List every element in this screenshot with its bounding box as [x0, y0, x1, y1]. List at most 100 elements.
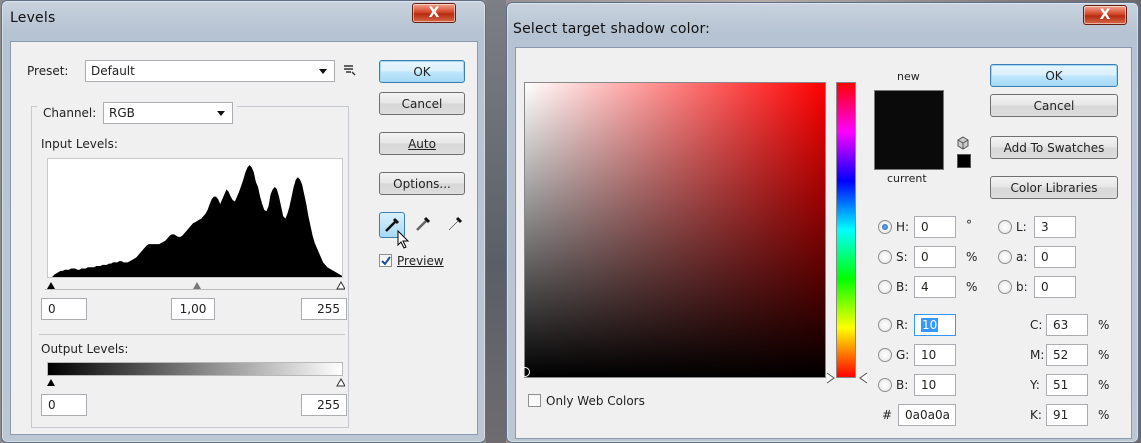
field-k[interactable]: 91: [1046, 404, 1088, 426]
color-field[interactable]: [520, 82, 826, 378]
add-to-swatches-button[interactable]: Add To Swatches: [990, 136, 1118, 159]
input-black-field[interactable]: 0: [41, 298, 87, 320]
field-lab-b[interactable]: 0: [1034, 276, 1076, 298]
input-slider[interactable]: [45, 280, 345, 290]
radio-s[interactable]: [878, 250, 892, 264]
unit-h: °: [966, 218, 972, 232]
unit-k: %: [1098, 408, 1110, 422]
eyedropper-gray-icon: [416, 216, 431, 231]
hue-marker-left[interactable]: [826, 372, 836, 387]
label-g: G:: [896, 348, 910, 362]
color-libraries-button[interactable]: Color Libraries: [990, 176, 1118, 199]
radio-r[interactable]: [878, 318, 892, 332]
output-black-field[interactable]: 0: [41, 394, 87, 416]
preset-options-icon[interactable]: [343, 64, 357, 76]
field-a[interactable]: 0: [1034, 246, 1076, 268]
radio-g[interactable]: [878, 348, 892, 362]
output-gradient: [47, 362, 343, 376]
picker-cancel-button[interactable]: Cancel: [990, 94, 1118, 117]
input-white-field[interactable]: 255: [301, 298, 347, 320]
output-black-handle[interactable]: [47, 379, 55, 386]
color-field-cursor[interactable]: [520, 367, 530, 377]
label-a: a:: [1016, 250, 1028, 264]
field-y[interactable]: 51: [1046, 374, 1088, 396]
black-point-handle[interactable]: [47, 282, 55, 289]
input-gamma-field[interactable]: 1,00: [171, 298, 215, 320]
label-l: L:: [1016, 220, 1027, 234]
histogram-shape: [48, 165, 342, 277]
group-divider: [39, 334, 345, 335]
field-r[interactable]: 10: [914, 314, 956, 336]
levels-title: Levels: [10, 10, 56, 26]
mouse-cursor-icon: [397, 229, 411, 253]
preset-value: Default: [91, 64, 135, 78]
chevron-down-icon: [319, 69, 327, 74]
radio-h[interactable]: [878, 220, 892, 234]
hue-slider[interactable]: [836, 82, 856, 378]
chevron-down-icon: [217, 111, 225, 116]
web-safe-swatch[interactable]: [957, 154, 971, 168]
current-label: current: [887, 172, 927, 185]
radio-blue[interactable]: [878, 378, 892, 392]
unit-b: %: [966, 280, 978, 294]
output-slider[interactable]: [45, 376, 346, 387]
label-c: C:: [1030, 318, 1043, 332]
preview-checkbox[interactable]: [379, 254, 392, 267]
field-m[interactable]: 52: [1046, 344, 1088, 366]
radio-b[interactable]: [878, 280, 892, 294]
cancel-button[interactable]: Cancel: [379, 92, 465, 115]
output-levels-label: Output Levels:: [41, 342, 129, 356]
label-h: H:: [896, 220, 910, 234]
field-b[interactable]: 4: [914, 276, 956, 298]
label-b: B:: [896, 280, 909, 294]
eyedropper-white-icon: [448, 216, 463, 231]
only-web-colors-checkbox[interactable]: [528, 394, 541, 407]
channel-select[interactable]: RGB: [103, 102, 233, 124]
white-eyedropper-button[interactable]: [443, 212, 469, 238]
desktop-background: [486, 0, 506, 443]
levels-close-button[interactable]: X: [412, 3, 456, 23]
label-m: M:: [1030, 348, 1045, 362]
preset-label: Preset:: [27, 64, 69, 78]
white-point-handle[interactable]: [336, 280, 345, 290]
gamut-warning-icon[interactable]: [957, 136, 969, 153]
label-s: S:: [896, 250, 908, 264]
color-picker-dialog: Select target shadow color: X new curren…: [506, 2, 1139, 443]
field-blue[interactable]: 10: [914, 374, 956, 396]
field-c[interactable]: 63: [1046, 314, 1088, 336]
unit-m: %: [1098, 348, 1110, 362]
label-k: K:: [1030, 408, 1042, 422]
output-white-handle[interactable]: [336, 377, 346, 387]
output-white-field[interactable]: 255: [301, 394, 347, 416]
label-r: R:: [896, 318, 909, 332]
preview-label: Preview: [397, 254, 444, 268]
histogram: [47, 158, 343, 278]
label-blue: B:: [896, 378, 909, 392]
levels-client-area: Preset: Default Channel: RGB Input Level…: [10, 41, 478, 435]
gray-eyedropper-button[interactable]: [411, 212, 437, 238]
hex-field[interactable]: 0a0a0a: [898, 404, 956, 426]
gamma-handle[interactable]: [193, 282, 201, 289]
field-l[interactable]: 3: [1034, 216, 1076, 238]
hue-marker-right[interactable]: [858, 372, 868, 387]
label-y: Y:: [1030, 378, 1040, 392]
color-swatch-new-current: [874, 90, 944, 170]
unit-c: %: [1098, 318, 1110, 332]
picker-close-button[interactable]: X: [1083, 5, 1127, 25]
field-h[interactable]: 0: [914, 216, 956, 238]
radio-l[interactable]: [998, 220, 1012, 234]
field-g[interactable]: 10: [914, 344, 956, 366]
ok-button[interactable]: OK: [379, 60, 465, 83]
auto-button[interactable]: Auto: [379, 132, 465, 155]
picker-ok-button[interactable]: OK: [990, 64, 1118, 87]
options-button[interactable]: Options...: [379, 172, 465, 195]
close-icon: X: [428, 5, 440, 21]
radio-lab-b[interactable]: [998, 280, 1012, 294]
levels-dialog: Levels X Preset: Default Channel: RGB In…: [1, 0, 486, 443]
preset-select[interactable]: Default: [85, 60, 335, 82]
only-web-colors-label: Only Web Colors: [546, 394, 645, 408]
radio-a[interactable]: [998, 250, 1012, 264]
channel-label: Channel:: [43, 106, 97, 120]
field-s[interactable]: 0: [914, 246, 956, 268]
unit-y: %: [1098, 378, 1110, 392]
